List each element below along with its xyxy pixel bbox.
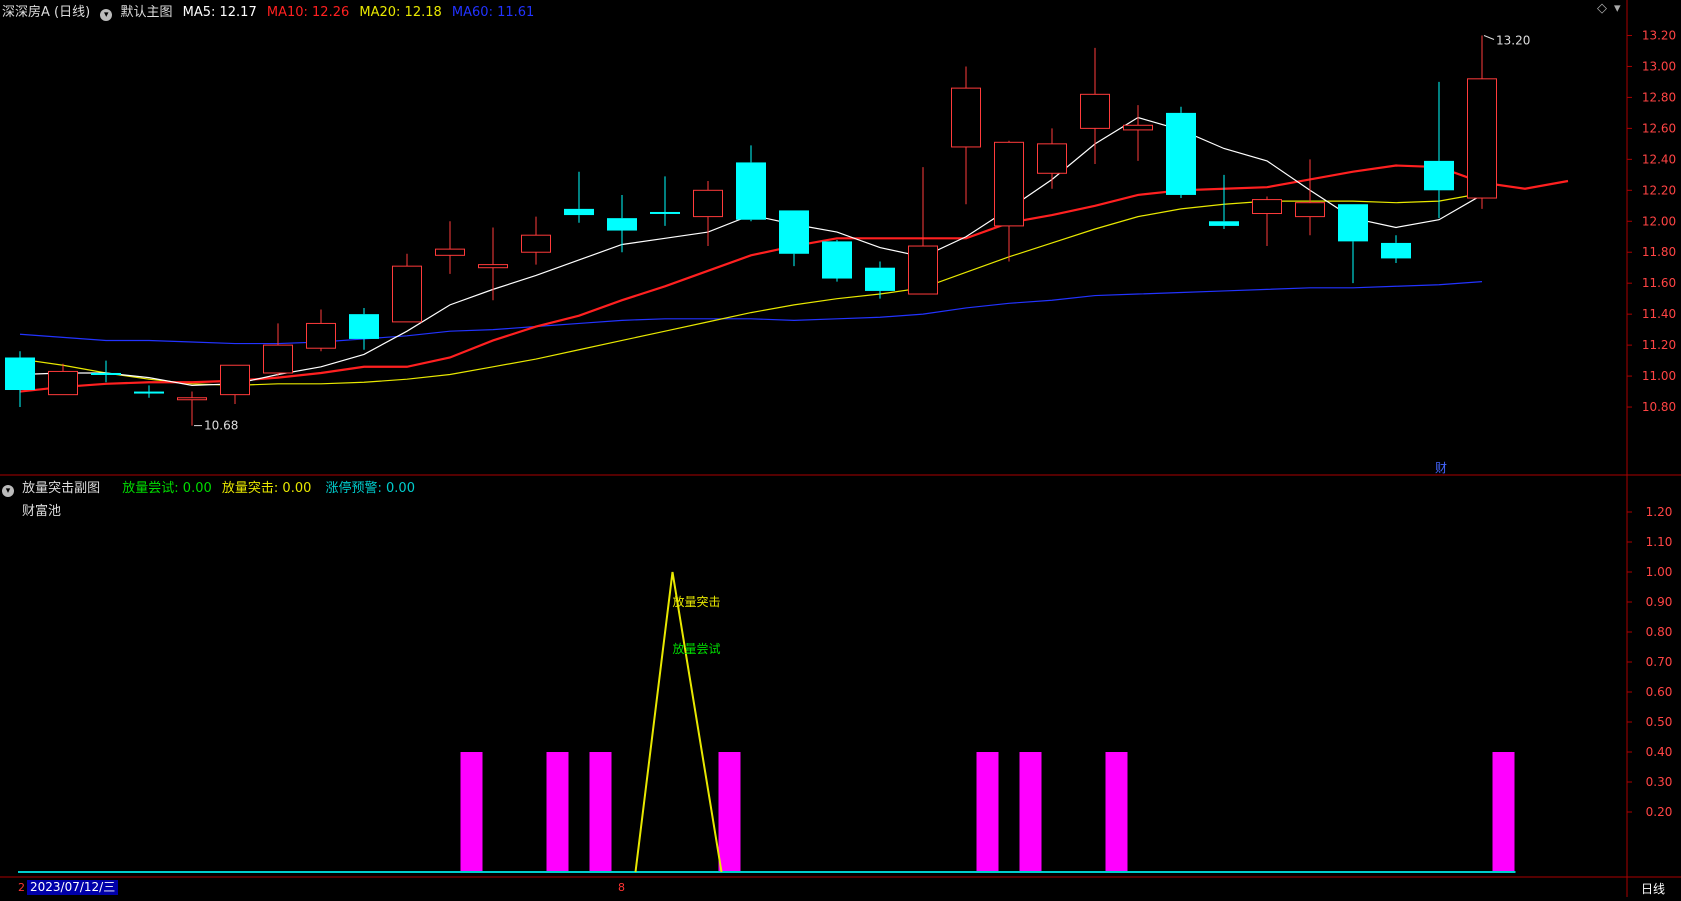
candle-body-down xyxy=(91,372,121,375)
candle-body-up xyxy=(220,364,250,396)
candle-body-up xyxy=(478,264,508,269)
volume-signal-bar xyxy=(1019,752,1042,872)
candle-body-up xyxy=(1037,143,1067,174)
candle-body-down xyxy=(865,267,895,291)
candle-body-down xyxy=(134,391,164,394)
ma10-value: MA10: 12.26 xyxy=(266,5,350,20)
price-tick-label: 11.80 xyxy=(1642,245,1676,259)
ma20-value: MA20: 12.18 xyxy=(359,5,442,20)
candle-body-down xyxy=(564,208,594,216)
price-tick-label: 11.20 xyxy=(1642,338,1676,352)
candle-body-up xyxy=(1295,202,1325,218)
ma10-line xyxy=(19,164,1569,393)
sub-chart-header: ▾ 放量突击副图 放量尝试: 0.00 放量突击: 0.00 涨停预警: 0.0… xyxy=(2,477,415,497)
ma5-value: MA5: 12.17 xyxy=(182,5,257,20)
candle-body-down xyxy=(349,314,379,339)
price-tick-label: 11.40 xyxy=(1642,307,1676,321)
candle-body-up xyxy=(1080,93,1110,129)
candle-body-up xyxy=(951,87,981,148)
candle-body-down xyxy=(1338,204,1368,242)
price-tick-label: 12.60 xyxy=(1642,121,1676,135)
price-tick-label: 11.60 xyxy=(1642,276,1676,290)
price-tick-label: 12.80 xyxy=(1642,90,1676,104)
volume-signal-bar xyxy=(460,752,483,872)
candle-body-up xyxy=(693,189,723,218)
candle-body-up xyxy=(908,245,938,295)
sub-tick-label: 0.60 xyxy=(1646,685,1673,699)
candle-body-up xyxy=(1123,124,1153,131)
sub-tick-label: 0.30 xyxy=(1646,775,1673,789)
low-annotation: 10.68 xyxy=(204,419,238,433)
price-tick-label: 10.80 xyxy=(1642,400,1676,414)
price-tick-label: 13.20 xyxy=(1642,28,1676,42)
pool-label: 财富池 xyxy=(22,504,62,519)
trial-annotation: 放量尝试 xyxy=(673,641,721,656)
volume-signal-bar xyxy=(976,752,999,872)
price-tick-label: 12.40 xyxy=(1642,152,1676,166)
candle-body-down xyxy=(779,210,809,254)
candle-body-up xyxy=(263,344,293,374)
date-label: 2023/07/12/三 xyxy=(27,880,119,895)
high-pointer xyxy=(1483,35,1495,40)
volume-signal-bar xyxy=(1105,752,1128,872)
high-annotation: 13.20 xyxy=(1496,33,1530,47)
volume-signal-bar xyxy=(589,752,612,872)
breakout-spike-line xyxy=(634,571,723,873)
candle-body-up xyxy=(392,265,422,323)
sub-tick-label: 1.10 xyxy=(1646,535,1673,549)
main-chart-header: 深深房A (日线) ▾ 默认主图 MA5: 12.17 MA10: 12.26 … xyxy=(2,1,534,21)
volume-signal-bar xyxy=(546,752,569,872)
sub-tick-label: 0.40 xyxy=(1646,745,1673,759)
sub-tick-label: 1.00 xyxy=(1646,565,1673,579)
trial-value: 放量尝试: 0.00 xyxy=(122,481,212,496)
candle-body-down xyxy=(650,211,680,214)
candle-body-up xyxy=(1252,199,1282,215)
sub-tick-label: 0.50 xyxy=(1646,715,1673,729)
breakout-annotation: 放量突击 xyxy=(673,594,721,609)
candle-body-down xyxy=(736,162,766,220)
sub-tick-label: 0.70 xyxy=(1646,655,1673,669)
sub-tick-label: 1.20 xyxy=(1646,505,1673,519)
price-tick-label: 11.00 xyxy=(1642,369,1676,383)
price-tick-label: 12.00 xyxy=(1642,214,1676,228)
candle-body-up xyxy=(1467,78,1497,199)
mid-marker: 8 xyxy=(618,881,625,894)
period-label[interactable]: 日线 xyxy=(1641,880,1665,897)
candle-body-down xyxy=(1424,160,1454,191)
sub-tick-label: 0.80 xyxy=(1646,625,1673,639)
sub-dropdown-icon[interactable]: ▾ xyxy=(2,485,14,497)
candle-body-down xyxy=(1209,221,1239,226)
candle-body-up xyxy=(48,370,78,396)
candle-body-up xyxy=(521,234,551,253)
sub-tick-label: 0.20 xyxy=(1646,805,1673,819)
stock-title: 深深房A (日线) xyxy=(2,5,91,20)
volume-signal-bar xyxy=(1492,752,1515,872)
candle-body-down xyxy=(822,241,852,279)
dropdown-icon-right[interactable]: ▾ xyxy=(1614,1,1621,16)
candle-body-down xyxy=(1381,242,1411,259)
breakout-value: 放量突击: 0.00 xyxy=(221,481,312,496)
limitup-value: 涨停预警: 0.00 xyxy=(325,481,415,496)
diamond-icon[interactable]: ◇ xyxy=(1597,1,1607,16)
price-tick-label: 12.20 xyxy=(1642,183,1676,197)
candle-body-up xyxy=(177,397,207,401)
sub-tick-label: 0.90 xyxy=(1646,595,1673,609)
candle-body-up xyxy=(994,141,1024,227)
candle-body-down xyxy=(1166,112,1196,195)
stock-chart[interactable]: 13.20 13.00 12.80 12.60 12.40 12.20 12.00 11.80… xyxy=(0,0,1681,897)
sub-chart-title[interactable]: 放量突击副图 xyxy=(22,481,100,496)
dropdown-icon[interactable]: ▾ xyxy=(100,9,113,21)
main-chart-button[interactable]: 默认主图 xyxy=(120,5,172,20)
candle-body-down xyxy=(607,218,637,231)
candle-body-down xyxy=(5,357,35,391)
bottom-left-marker: 2 xyxy=(18,881,25,894)
candle-body-up xyxy=(435,248,465,256)
price-tick-label: 13.00 xyxy=(1642,59,1676,73)
wealth-marker: 财 xyxy=(1435,461,1447,475)
candle-body-up xyxy=(306,322,336,349)
ma60-value: MA60: 11.61 xyxy=(451,5,535,20)
volume-signal-bar xyxy=(718,752,741,872)
